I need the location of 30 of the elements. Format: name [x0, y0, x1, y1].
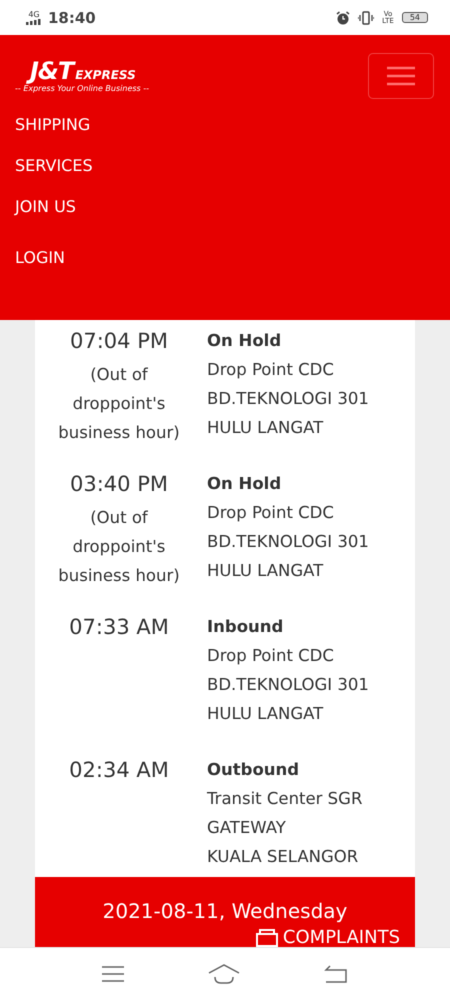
- event-status: On Hold: [207, 473, 282, 495]
- event-time: 07:04 PM: [70, 328, 168, 355]
- alarm-icon: [336, 10, 350, 24]
- nav-link[interactable]: JOIN US: [15, 197, 76, 216]
- date-banner: 2021-08-11, Wednesday: [35, 877, 415, 927]
- home-icon[interactable]: [208, 964, 240, 984]
- back-icon[interactable]: [324, 965, 348, 983]
- event-note: (Out of droppoint's business hour): [57, 364, 181, 444]
- event-time: 07:33 AM: [69, 614, 169, 641]
- event-time: 03:40 PM: [70, 471, 168, 498]
- menu-icon[interactable]: [102, 966, 124, 982]
- event-time: 02:34 AM: [69, 757, 169, 784]
- complaints-button[interactable]: COMPLAINTS: [35, 927, 415, 947]
- vibrate-icon: [358, 10, 374, 24]
- event-status: Outbound: [207, 759, 300, 781]
- event-location: Drop Point CDC BD.TEKNOLOGI 301 HULU LANGAT: [207, 359, 369, 439]
- event-location: Drop Point CDC BD.TEKNOLOGI 301 HULU LANGAT: [207, 502, 369, 582]
- clock-time: 18:40: [48, 8, 96, 26]
- menu-icon: [387, 66, 415, 86]
- event-status: On Hold: [207, 330, 282, 352]
- event-note: (Out of droppoint's business hour): [57, 507, 181, 587]
- battery-icon: 54: [402, 12, 428, 23]
- event-location: Transit Center SGR GATEWAY KUALA SELANGOR: [207, 788, 362, 868]
- logo-tagline: -- Express Your Online Business --: [15, 84, 150, 93]
- logo-wordmark: EXPRESS: [75, 68, 136, 82]
- nav-link[interactable]: SERVICES: [15, 156, 93, 175]
- nav-link[interactable]: LOGIN: [15, 248, 66, 267]
- nav-link[interactable]: SHIPPING: [15, 115, 90, 134]
- event-status: Inbound: [207, 616, 284, 638]
- event-location: Drop Point CDC BD.TEKNOLOGI 301 HULU LANGAT: [207, 645, 369, 725]
